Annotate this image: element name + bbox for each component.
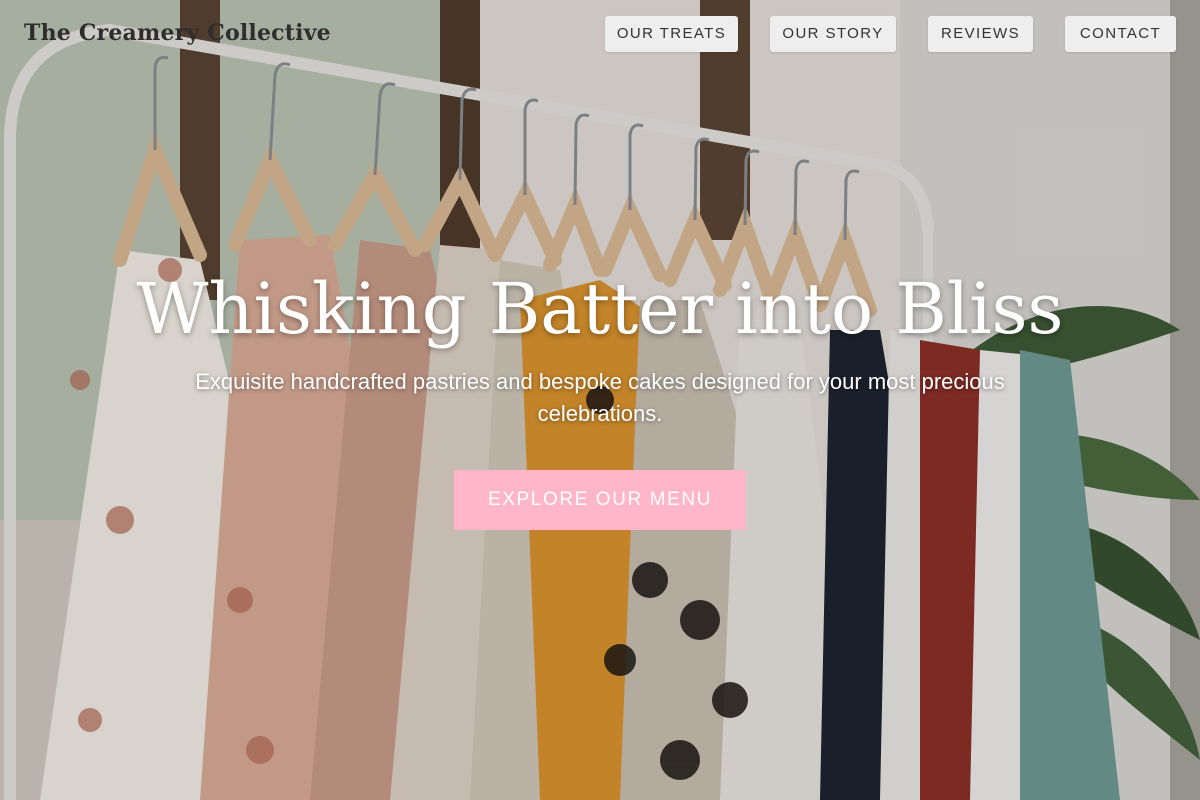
main-nav: OUR TREATS OUR STORY REVIEWS CONTACT	[0, 16, 1200, 52]
explore-menu-button[interactable]: EXPLORE OUR MENU	[454, 470, 746, 530]
nav-reviews-button[interactable]: REVIEWS	[928, 16, 1033, 52]
nav-our-treats-button[interactable]: OUR TREATS	[605, 16, 738, 52]
nav-contact-button[interactable]: CONTACT	[1065, 16, 1176, 52]
hero-subtitle: Exquisite handcrafted pastries and bespo…	[195, 369, 1005, 426]
hero-headline: Whisking Batter into Bliss	[136, 268, 1064, 350]
nav-our-story-button[interactable]: OUR STORY	[770, 16, 896, 52]
